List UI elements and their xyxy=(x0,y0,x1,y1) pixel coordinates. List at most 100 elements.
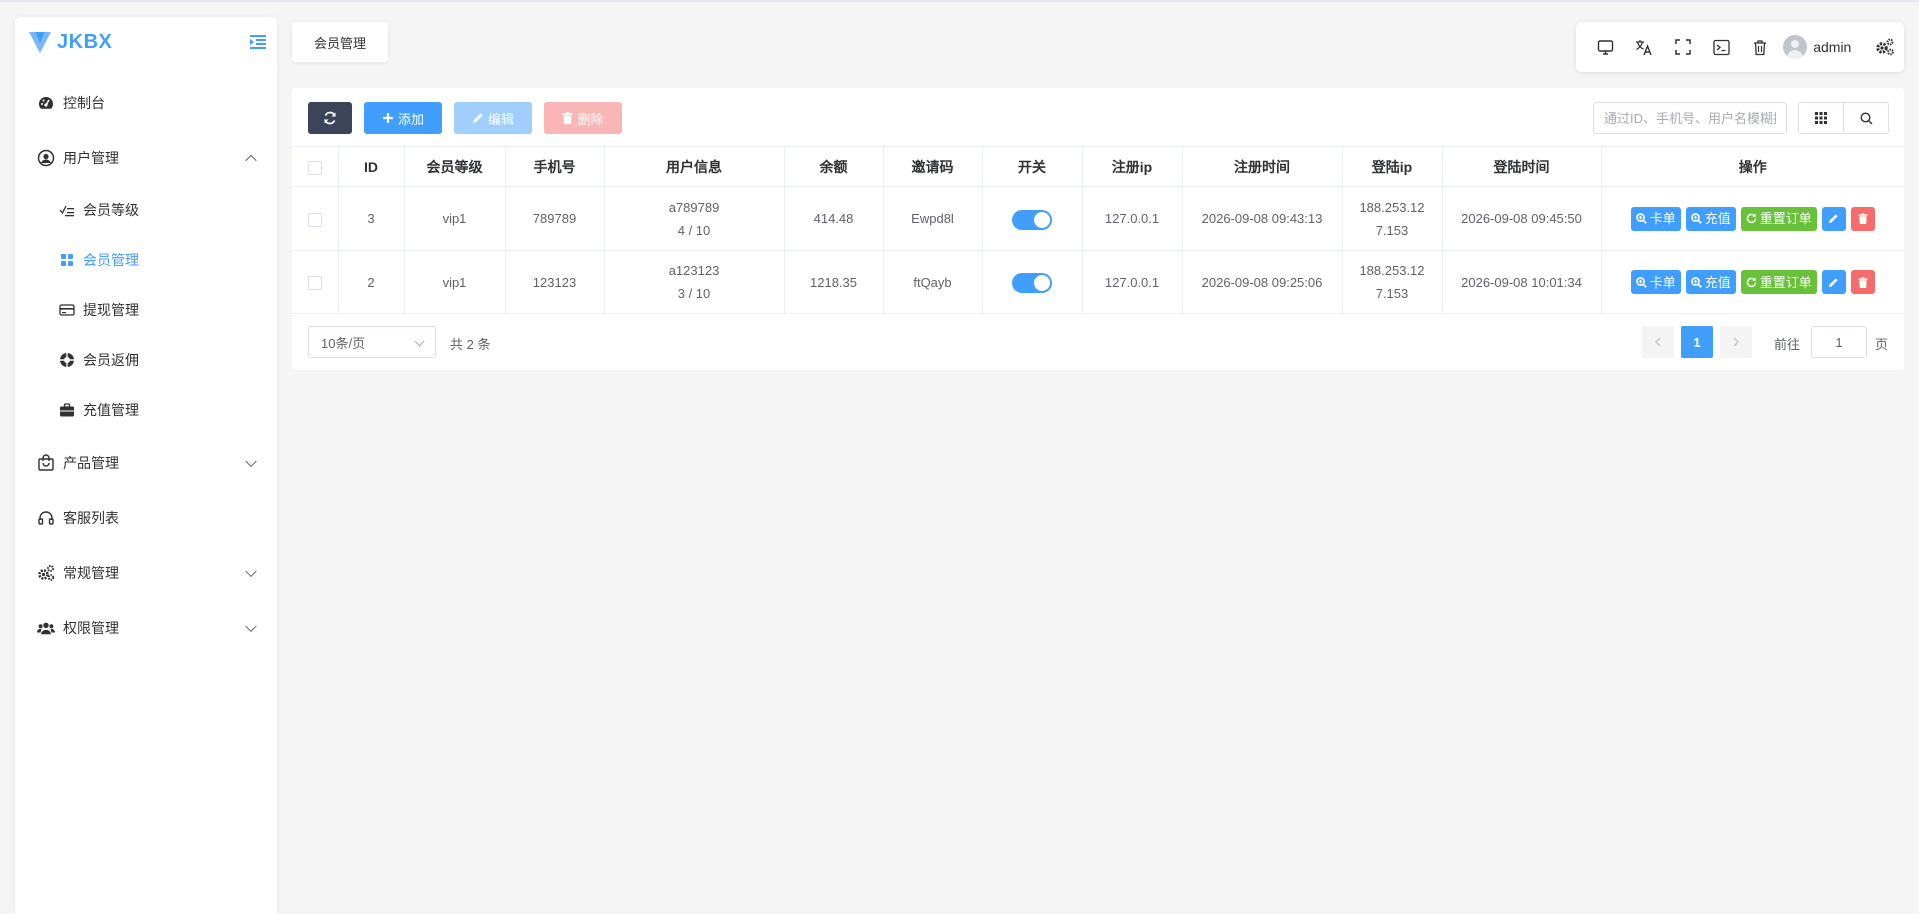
column-header: 操作 xyxy=(1601,146,1904,187)
rotate-icon xyxy=(1746,277,1756,287)
goto-label: 前往 xyxy=(1774,337,1801,352)
chevron-down-icon xyxy=(245,620,257,632)
shopping-bag-icon xyxy=(37,453,55,472)
menu-fold-icon[interactable] xyxy=(249,33,267,51)
column-header[interactable]: 注册时间 xyxy=(1182,146,1343,187)
sidebar-item-member-level[interactable]: 会员等级 xyxy=(15,185,277,235)
sidebar-item-member-management[interactable]: 会员管理 xyxy=(15,235,277,285)
edit-button[interactable]: 编辑 xyxy=(454,102,532,134)
row-edit-button[interactable] xyxy=(1821,270,1846,294)
search-button[interactable] xyxy=(1843,102,1889,134)
row-checkbox[interactable] xyxy=(307,276,322,291)
user-menu[interactable]: admin xyxy=(1783,35,1851,59)
cell-balance: 414.48 xyxy=(784,186,884,251)
column-header[interactable]: 会员等级 xyxy=(404,146,506,187)
login-ip-line1: 188.253.12 xyxy=(1359,263,1425,278)
column-header[interactable]: 注册ip xyxy=(1082,146,1183,187)
page-size-select[interactable]: 10条/页 xyxy=(308,326,436,358)
sidebar-item-user-management[interactable]: 用户管理 xyxy=(15,130,277,185)
trash-icon[interactable] xyxy=(1741,27,1780,67)
column-header[interactable]: 开关 xyxy=(982,146,1083,187)
fullscreen-icon[interactable] xyxy=(1663,27,1702,67)
refresh-button[interactable] xyxy=(308,102,352,134)
zoom-in-icon xyxy=(1635,213,1647,224)
search-input[interactable] xyxy=(1593,102,1787,134)
cell-reg-ip: 127.0.0.1 xyxy=(1082,250,1183,314)
cell-level: vip1 xyxy=(404,186,506,251)
table-row[interactable]: 2 vip1 123123 a123123 3 / 10 1218.35 ftQ… xyxy=(292,250,1904,314)
cell-level: vip1 xyxy=(404,250,506,314)
cell-login-time: 2026-09-08 09:45:50 xyxy=(1442,186,1602,251)
goto-page-input[interactable] xyxy=(1811,326,1867,358)
pencil-icon xyxy=(1829,214,1838,224)
prev-page-button[interactable] xyxy=(1642,326,1674,358)
status-switch[interactable] xyxy=(1012,209,1052,230)
list-check-icon xyxy=(59,202,75,218)
credit-card-icon xyxy=(59,302,75,318)
column-grid-button[interactable] xyxy=(1798,102,1844,134)
column-header[interactable]: ID xyxy=(338,146,405,187)
table-row[interactable]: 3 vip1 789789 a789789 4 / 10 414.48 Ewpd… xyxy=(292,186,1904,251)
sidebar-item-general-management[interactable]: 常规管理 xyxy=(15,545,277,600)
monitor-icon[interactable] xyxy=(1586,27,1625,67)
reset-order-button[interactable]: 重置订单 xyxy=(1740,270,1817,294)
logo[interactable]: JKBX xyxy=(15,17,277,67)
cell-reg-time: 2026-09-08 09:43:13 xyxy=(1182,186,1343,251)
tab-member-management[interactable]: 会员管理 xyxy=(292,22,388,62)
column-header[interactable]: 登陆ip xyxy=(1342,146,1443,187)
terminal-icon[interactable] xyxy=(1702,27,1741,67)
sidebar-item-label: 会员等级 xyxy=(83,202,139,218)
sidebar-item-withdraw-management[interactable]: 提现管理 xyxy=(15,285,277,335)
sidebar-item-product-management[interactable]: 产品管理 xyxy=(15,435,277,490)
table-header-row: ID 会员等级 手机号 用户信息 余额 邀请码 开关 注册ip 注册时间 登陆i… xyxy=(292,146,1904,187)
sidebar-item-dashboard[interactable]: 控制台 xyxy=(15,75,277,130)
settings-gear-icon[interactable] xyxy=(1865,27,1904,67)
translate-icon[interactable] xyxy=(1625,27,1664,67)
select-all-checkbox[interactable] xyxy=(307,160,322,175)
row-checkbox[interactable] xyxy=(307,212,322,227)
user-progress: 3 / 10 xyxy=(677,286,711,301)
header-checkbox-cell xyxy=(292,146,339,187)
cell-switch xyxy=(982,250,1083,314)
user-name: a123123 xyxy=(668,263,720,278)
trash-icon xyxy=(1858,213,1868,224)
avatar xyxy=(1783,35,1808,59)
cell-user-info: a123123 3 / 10 xyxy=(604,250,785,314)
cell-switch xyxy=(982,186,1083,251)
recharge-button[interactable]: 充值 xyxy=(1685,270,1736,294)
zoom-in-icon xyxy=(1690,213,1702,224)
add-button[interactable]: 添加 xyxy=(364,102,442,134)
column-header[interactable]: 手机号 xyxy=(505,146,605,187)
column-header[interactable]: 邀请码 xyxy=(883,146,983,187)
card-order-button[interactable]: 卡单 xyxy=(1630,206,1681,231)
chevron-left-icon xyxy=(1655,337,1661,347)
goto-suffix: 页 xyxy=(1875,337,1889,352)
next-page-button[interactable] xyxy=(1720,326,1752,358)
sidebar-item-permission-management[interactable]: 权限管理 xyxy=(15,600,277,655)
column-header[interactable]: 登陆时间 xyxy=(1442,146,1602,187)
row-delete-button[interactable] xyxy=(1850,270,1875,294)
column-header[interactable]: 用户信息 xyxy=(604,146,785,187)
logo-v-icon xyxy=(29,32,51,53)
sidebar-item-member-rebate[interactable]: 会员返佣 xyxy=(15,335,277,385)
sidebar-item-customer-service[interactable]: 客服列表 xyxy=(15,490,277,545)
row-delete-button[interactable] xyxy=(1850,206,1875,231)
sidebar-menu: 控制台 用户管理 会员等级 会员管理 提现管理 会员返佣 充值管理 产品管理 客… xyxy=(15,75,277,655)
recharge-button[interactable]: 充值 xyxy=(1685,206,1736,231)
cell-actions: 卡单 充值 重置订单 xyxy=(1601,250,1904,314)
delete-button[interactable]: 删除 xyxy=(544,102,622,134)
column-header[interactable]: 余额 xyxy=(784,146,884,187)
grid-icon xyxy=(1815,112,1827,124)
chevron-down-icon xyxy=(245,565,257,577)
page-number-current[interactable]: 1 xyxy=(1681,326,1713,358)
rotate-icon xyxy=(1746,213,1756,224)
dashboard-icon xyxy=(37,94,55,112)
sidebar-item-recharge-management[interactable]: 充值管理 xyxy=(15,385,277,435)
row-edit-button[interactable] xyxy=(1821,206,1846,231)
status-switch[interactable] xyxy=(1012,273,1052,294)
member-table: ID 会员等级 手机号 用户信息 余额 邀请码 开关 注册ip 注册时间 登陆i… xyxy=(292,146,1904,314)
lifebuoy-icon xyxy=(59,352,75,368)
sidebar-item-label: 常规管理 xyxy=(63,564,119,581)
card-order-button[interactable]: 卡单 xyxy=(1630,270,1681,294)
reset-order-button[interactable]: 重置订单 xyxy=(1740,206,1817,231)
